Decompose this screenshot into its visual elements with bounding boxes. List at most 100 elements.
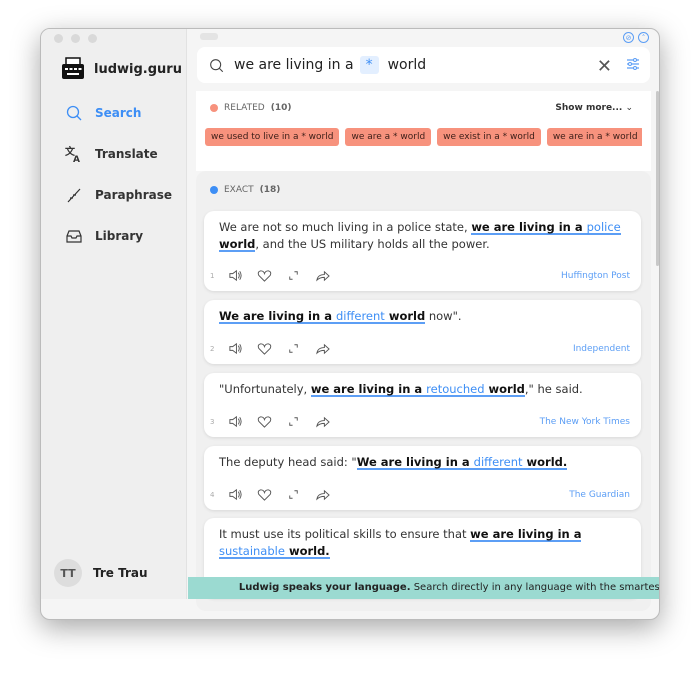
expand-icon[interactable] [286,487,301,502]
paraphrase-icon [67,188,81,203]
expand-icon[interactable] [286,341,301,356]
source-link[interactable]: The New York Times [540,417,630,427]
compass-icon[interactable]: ⊘ [623,32,634,43]
result-card[interactable]: "Unfortunately, we are living in a retou… [204,373,641,437]
heart-icon[interactable] [257,414,272,429]
speaker-icon[interactable] [228,268,243,283]
app-name: ludwig.guru [94,61,182,77]
sidebar-item-search[interactable]: Search [65,104,141,122]
exact-section: EXACT (18) We are not so much living in a… [196,171,651,611]
query-text: we are living in a [234,57,354,73]
example-sentence: We are not so much living in a police st… [219,219,621,253]
speaker-icon[interactable] [228,414,243,429]
match-text-end: world. [284,544,330,558]
show-more-button[interactable]: Show more... ⌄ [555,103,633,113]
match-text-end: world [384,309,426,323]
exact-dot-icon [210,186,218,194]
share-icon[interactable] [315,341,330,356]
related-chip[interactable]: we used to live in a * world [205,128,340,146]
drag-handle[interactable] [200,33,218,40]
close-window-button[interactable] [54,34,63,43]
match-highlight: we are living in a retouched world [311,382,525,397]
source-link[interactable]: Independent [573,344,630,354]
search-icon [210,58,224,72]
translate-icon: 文A [65,145,80,163]
related-chip[interactable]: we are a * world [345,128,432,146]
source-link[interactable]: The Guardian [569,490,630,500]
filter-icon[interactable] [626,57,640,71]
related-chip[interactable]: we are in a * world [546,128,642,146]
library-icon [66,230,82,243]
match-text: we are living in a [471,220,587,234]
related-chip[interactable]: we exist in a * world [437,128,541,146]
speaker-icon[interactable] [228,487,243,502]
sidebar-item-translate[interactable]: 文A Translate [65,145,158,163]
source-link[interactable]: Huffington Post [561,271,630,281]
promo-text: Search directly in any language with the… [413,582,660,593]
heart-icon[interactable] [257,341,272,356]
match-text: We are living in a [219,309,336,323]
wildcard-match: retouched [426,382,485,396]
sidebar-item-label: Library [95,229,144,243]
sentence-text: We are not so much living in a police st… [219,220,472,234]
result-number: 3 [210,417,215,426]
expand-icon[interactable] [286,414,301,429]
share-icon[interactable] [315,414,330,429]
sentence-text: It must use its political skills to ensu… [219,527,471,541]
result-number: 4 [210,490,215,499]
promo-bold: Ludwig speaks your language. [238,582,411,593]
related-dot-icon [210,104,218,112]
avatar: TT [54,559,82,587]
expand-icon[interactable] [286,268,301,283]
scrollbar[interactable] [656,91,659,266]
speaker-icon[interactable] [228,341,243,356]
sidebar-item-library[interactable]: Library [65,227,143,245]
match-text: we are living in a [310,382,427,396]
query-text-end: world [387,57,427,73]
clear-icon[interactable]: ✕ [597,56,612,77]
result-card[interactable]: We are not so much living in a police st… [204,211,641,291]
match-text: we are living in a [470,527,582,541]
exact-count: (18) [259,185,281,195]
wildcard-token[interactable]: * [359,56,379,74]
result-card[interactable]: The deputy head said: "We are living in … [204,446,641,510]
chevron-up-icon[interactable]: ˄ [638,32,649,43]
user-profile[interactable]: TT Tre Trau [54,559,148,587]
user-name: Tre Trau [93,566,148,580]
maximize-window-button[interactable] [88,34,97,43]
window-controls[interactable] [54,34,97,43]
result-card[interactable]: We are living in a different world now".… [204,300,641,364]
match-text-end: world [219,237,256,251]
share-icon[interactable] [315,487,330,502]
example-sentence: We are living in a different world now". [219,308,621,325]
sidebar: ludwig.guru Search 文A Translate Paraphra… [41,29,187,599]
match-text: We are living in a [356,455,474,469]
result-number: 2 [210,344,215,353]
result-number: 1 [210,271,215,280]
heart-icon[interactable] [257,268,272,283]
app-window: ludwig.guru Search 文A Translate Paraphra… [40,28,660,620]
promo-banner[interactable]: Ludwig speaks your language. Search dire… [188,577,660,599]
logo[interactable]: ludwig.guru [61,57,182,81]
chevron-down-icon: ⌄ [625,103,633,113]
sentence-text: "Unfortunately, [219,382,311,396]
match-text-end: world [484,382,525,396]
heart-icon[interactable] [257,487,272,502]
sentence-text-end: now". [425,309,462,323]
wildcard-match: police [586,220,621,234]
share-icon[interactable] [315,268,330,283]
wildcard-match: different [335,309,385,323]
minimize-window-button[interactable] [71,34,80,43]
match-highlight: We are living in a different world. [357,455,568,470]
sentence-text-end: , and the US military holds all the powe… [255,237,490,251]
example-sentence: "Unfortunately, we are living in a retou… [219,381,621,398]
wildcard-match: different [473,455,523,469]
sidebar-item-label: Paraphrase [95,188,173,202]
sidebar-item-paraphrase[interactable]: Paraphrase [65,186,172,204]
related-label: RELATED [224,103,265,113]
sentence-text-end: ," he said. [524,382,583,396]
main-panel: ⊘ ˄ we are living in a * world ✕ RELATED (… [188,29,660,611]
show-more-label: Show more... [555,103,623,113]
search-input[interactable]: we are living in a * world ✕ [197,47,650,83]
related-count: (10) [270,103,292,113]
